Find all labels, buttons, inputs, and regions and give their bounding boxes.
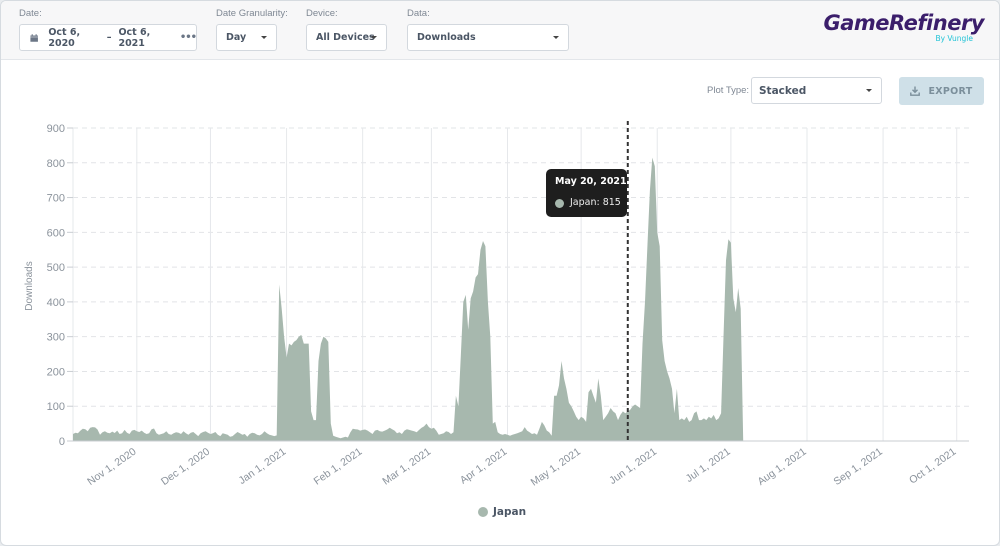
x-tick-label: Sep 1, 2021 (832, 446, 885, 488)
y-tick-label: 100 (47, 401, 65, 413)
chart-tooltip: May 20, 2021 Japan: 815 (546, 169, 627, 217)
legend-marker-japan[interactable] (478, 507, 488, 517)
downloads-chart[interactable]: 0100200300400500600700800900Nov 1, 2020 D… (1, 1, 1000, 546)
x-tick-label: Jan 1, 2021 (236, 446, 288, 487)
legend-label-japan[interactable]: Japan (493, 506, 526, 518)
x-tick-label: Oct 1, 2021 (907, 446, 958, 487)
y-tick-label: 700 (47, 193, 65, 205)
tooltip-value: Japan: 815 (570, 197, 621, 208)
y-tick-label: 200 (47, 366, 65, 378)
x-tick-label: Dec 1, 2020 (159, 446, 212, 488)
y-tick-label: 500 (47, 262, 65, 274)
tooltip-series-marker (555, 199, 564, 208)
y-axis-label: Downloads (24, 261, 35, 310)
y-tick-label: 300 (47, 332, 65, 344)
x-tick-label: Feb 1, 2021 (312, 446, 365, 488)
y-tick-label: 0 (59, 436, 65, 448)
y-tick-label: 400 (47, 297, 65, 309)
x-tick-label: Nov 1, 2020 (85, 446, 138, 488)
x-tick-label: Jun 1, 2021 (607, 446, 659, 487)
y-tick-label: 800 (47, 158, 65, 170)
area-series-japan (73, 157, 744, 441)
x-tick-label: May 1, 2021 (529, 446, 583, 489)
x-tick-label: Mar 1, 2021 (380, 446, 433, 488)
chart-legend: Japan (478, 506, 526, 518)
x-tick-label: Apr 1, 2021 (458, 446, 509, 487)
y-tick-label: 900 (47, 123, 65, 135)
y-tick-label: 600 (47, 227, 65, 239)
x-tick-label: Jul 1, 2021 (684, 446, 733, 485)
x-tick-label: Aug 1, 2021 (755, 446, 808, 488)
app-frame: Date: Oct 6, 2020 – Oct 6, 2021 ••• Date… (0, 0, 1000, 546)
tooltip-date: May 20, 2021 (555, 176, 627, 187)
